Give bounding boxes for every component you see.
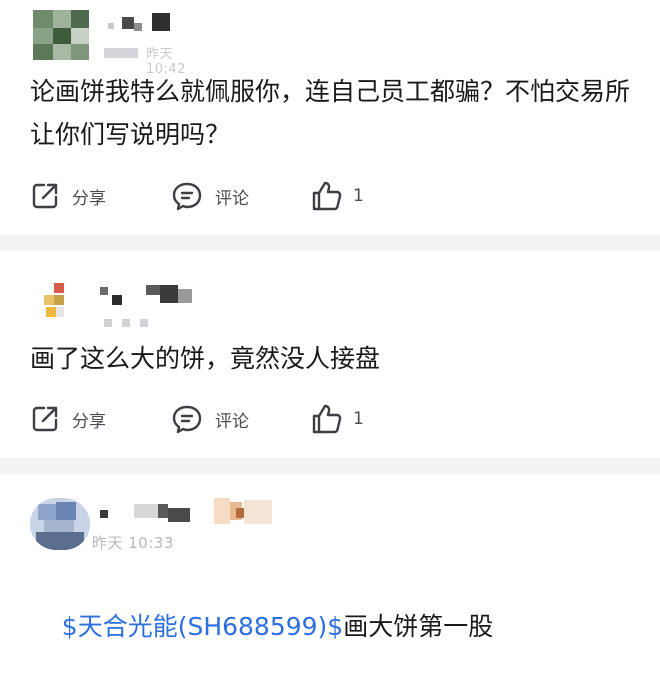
share-icon xyxy=(30,404,60,434)
username[interactable] xyxy=(108,13,180,35)
like-button[interactable]: 1 xyxy=(311,176,364,216)
comment-button[interactable]: 评论 xyxy=(171,176,249,216)
thumbs-up-icon xyxy=(311,180,343,212)
like-count: 1 xyxy=(353,409,364,429)
comment-label: 评论 xyxy=(215,188,249,209)
comment-label: 评论 xyxy=(215,411,249,432)
user-avatar[interactable] xyxy=(33,10,89,60)
action-bar: 分享 评论 1 xyxy=(0,176,660,216)
share-button[interactable]: 分享 xyxy=(30,176,106,216)
post-time: 昨天 10:33 xyxy=(92,534,174,552)
comment-icon xyxy=(171,404,203,434)
comment-body: 画大饼第一股 xyxy=(343,612,494,641)
like-button[interactable]: 1 xyxy=(311,399,364,439)
comment-icon xyxy=(171,181,203,211)
post-meta-blurred: 昨天 10:42 xyxy=(104,44,194,77)
comment-post-2: 画了这么大的饼，竟然没人接盘 分享 评论 1 xyxy=(0,251,660,458)
stock-link[interactable]: $天合光能(SH688599)$ xyxy=(62,612,343,641)
like-count: 1 xyxy=(353,186,364,206)
username[interactable] xyxy=(100,498,310,526)
comment-text: $天合光能(SH688599)$画大饼第一股 xyxy=(30,562,640,691)
comment-post-1: 昨天 10:42 论画饼我特么就佩服你，连自己员工都骗？不怕交易所让你们写说明吗… xyxy=(0,0,660,235)
user-avatar[interactable] xyxy=(30,498,90,550)
post-divider xyxy=(0,235,660,251)
thumbs-up-icon xyxy=(311,403,343,435)
action-bar: 分享 评论 1 xyxy=(0,399,660,439)
share-label: 分享 xyxy=(72,188,106,209)
share-button[interactable]: 分享 xyxy=(30,399,106,439)
comment-post-3: 昨天 10:33 $天合光能(SH688599)$画大饼第一股 xyxy=(0,474,660,641)
user-avatar[interactable] xyxy=(40,281,72,321)
share-icon xyxy=(30,181,60,211)
post-divider xyxy=(0,458,660,474)
comment-text: 论画饼我特么就佩服你，连自己员工都骗？不怕交易所让你们写说明吗？ xyxy=(30,77,631,149)
post-meta-blurred xyxy=(104,319,164,331)
comment-button[interactable]: 评论 xyxy=(171,399,249,439)
share-label: 分享 xyxy=(72,411,106,432)
comment-text: 画了这么大的饼，竟然没人接盘 xyxy=(30,344,381,373)
username[interactable] xyxy=(100,285,200,307)
